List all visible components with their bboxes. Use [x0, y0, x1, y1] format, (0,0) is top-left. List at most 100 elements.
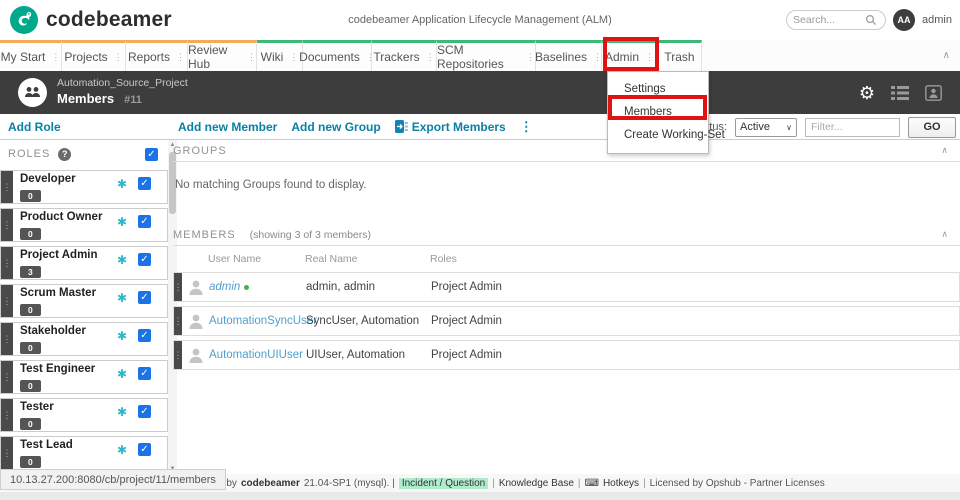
help-icon[interactable]: ?	[58, 148, 71, 161]
drag-handle-icon[interactable]: ⋮	[174, 307, 182, 335]
collapse-members-icon[interactable]: ∧	[941, 229, 948, 240]
filter-input[interactable]	[805, 118, 900, 137]
role-checkbox[interactable]: ✓	[138, 291, 151, 304]
role-count-badge: 0	[20, 190, 41, 202]
member-roles: Project Admin	[431, 281, 959, 293]
column-roles: Roles	[430, 253, 960, 265]
export-members-link[interactable]: Export Members	[395, 120, 506, 134]
permissions-icon[interactable]: ✱	[117, 215, 127, 229]
drag-handle-icon[interactable]: ⋮	[174, 341, 182, 369]
search-icon[interactable]	[865, 14, 877, 26]
permissions-icon[interactable]: ✱	[117, 253, 127, 267]
project-avatar[interactable]	[18, 78, 47, 107]
tab-menu-icon[interactable]: ⋮	[176, 52, 185, 63]
role-count-badge: 0	[20, 228, 41, 240]
tab-menu-icon[interactable]: ⋮	[114, 52, 123, 63]
permissions-icon[interactable]: ✱	[117, 329, 127, 343]
tab-trash[interactable]: Trash	[658, 40, 702, 71]
tab-trackers[interactable]: Trackers⋮	[372, 40, 437, 71]
role-status-select[interactable]: Active ∨	[735, 118, 797, 137]
tab-menu-icon[interactable]: ⋮	[593, 52, 602, 63]
add-new-group-link[interactable]: Add new Group	[291, 120, 380, 134]
search-input[interactable]	[793, 14, 865, 26]
tab-wiki[interactable]: Wiki⋮	[257, 40, 303, 71]
user-avatar[interactable]: AA	[893, 9, 915, 31]
tab-menu-icon[interactable]: ⋮	[247, 52, 256, 63]
brand-text: codebeamer	[46, 8, 172, 32]
collapse-groups-icon[interactable]: ∧	[941, 145, 948, 156]
members-table-header: User Name Real Name Roles	[173, 246, 960, 272]
members-main-panel: GROUPS ∧ No matching Groups found to dis…	[168, 140, 960, 474]
tabbar-collapse-icon[interactable]: ∧	[943, 50, 950, 61]
tab-menu-icon[interactable]: ⋮	[526, 52, 535, 63]
tab-admin[interactable]: Admin⋮	[602, 40, 658, 71]
role-checkbox[interactable]: ✓	[138, 329, 151, 342]
member-real-name: admin, admin	[306, 281, 431, 293]
role-item-stakeholder: ⋮ Stakeholder0 ✱ ✓	[0, 322, 168, 356]
role-checkbox[interactable]: ✓	[138, 443, 151, 456]
tab-menu-icon[interactable]: ⋮	[51, 52, 60, 63]
tab-menu-icon[interactable]: ⋮	[645, 52, 654, 63]
tab-documents[interactable]: Documents⋮	[303, 40, 372, 71]
actions-toolbar: Add Role Add new Member Add new Group Ex…	[0, 114, 960, 140]
role-count-badge: 0	[20, 456, 41, 468]
member-username-link[interactable]: admin	[209, 281, 306, 293]
member-real-name: SyncUser, Automation	[306, 315, 431, 327]
menu-item-settings[interactable]: Settings	[608, 78, 708, 101]
tab-projects[interactable]: Projects⋮	[62, 40, 126, 71]
tab-reports[interactable]: Reports⋮	[126, 40, 188, 71]
permissions-icon[interactable]: ✱	[117, 177, 127, 191]
tab-baselines[interactable]: Baselines⋮	[536, 40, 602, 71]
menu-item-create-working-set[interactable]: Create Working-Set	[608, 124, 708, 147]
list-view-icon[interactable]	[891, 86, 909, 100]
drag-handle-icon[interactable]: ⋮	[1, 247, 13, 279]
role-checkbox[interactable]: ✓	[138, 405, 151, 418]
more-actions-icon[interactable]: ⋮	[520, 119, 533, 135]
bottom-strip	[0, 492, 960, 500]
drag-handle-icon[interactable]: ⋮	[1, 437, 13, 469]
gear-icon[interactable]: ⚙	[859, 84, 875, 102]
keyboard-icon: ⌨	[585, 478, 599, 489]
members-title: MEMBERS	[173, 229, 236, 241]
hotkeys-link[interactable]: Hotkeys	[603, 478, 639, 489]
user-name[interactable]: admin	[922, 14, 952, 26]
global-search[interactable]	[786, 10, 886, 30]
drag-handle-icon[interactable]: ⋮	[1, 285, 13, 317]
roles-select-all-checkbox[interactable]: ✓	[145, 148, 158, 161]
licensed-by-text: Licensed by Opshub - Partner Licenses	[650, 478, 825, 489]
member-username-link[interactable]: AutomationSyncUser	[209, 315, 306, 327]
role-checkbox[interactable]: ✓	[138, 367, 151, 380]
member-username-link[interactable]: AutomationUIUser	[209, 349, 306, 361]
portrait-icon[interactable]	[925, 85, 942, 101]
roles-sidebar: ROLES ? ✓ ⋮ Developer0 ✱ ✓ ⋮ Product Own…	[0, 140, 168, 474]
role-checkbox[interactable]: ✓	[138, 215, 151, 228]
tab-scm-repositories[interactable]: SCM Repositories⋮	[437, 40, 536, 71]
project-name[interactable]: Automation_Source_Project	[57, 77, 188, 89]
chevron-down-icon: ∨	[786, 123, 792, 132]
drag-handle-icon[interactable]: ⋮	[1, 209, 13, 241]
permissions-icon[interactable]: ✱	[117, 405, 127, 419]
add-role-link[interactable]: Add Role	[8, 120, 61, 134]
knowledge-base-link[interactable]: Knowledge Base	[499, 478, 574, 489]
logo[interactable]: codebeamer	[0, 6, 172, 34]
permissions-icon[interactable]: ✱	[117, 291, 127, 305]
menu-item-members[interactable]: Members	[608, 101, 708, 124]
role-checkbox[interactable]: ✓	[138, 253, 151, 266]
incident-question-link[interactable]: Incident / Question	[399, 478, 488, 489]
roles-section-title: ROLES	[8, 148, 50, 160]
go-button[interactable]: GO	[908, 117, 956, 138]
drag-handle-icon[interactable]: ⋮	[174, 273, 182, 301]
drag-handle-icon[interactable]: ⋮	[1, 171, 13, 203]
tab-menu-icon[interactable]: ⋮	[426, 52, 435, 63]
member-avatar-icon	[187, 346, 205, 364]
drag-handle-icon[interactable]: ⋮	[1, 323, 13, 355]
tab-review-hub[interactable]: Review Hub⋮	[188, 40, 257, 71]
tab-menu-icon[interactable]: ⋮	[289, 52, 298, 63]
role-checkbox[interactable]: ✓	[138, 177, 151, 190]
tab-my-start[interactable]: My Start⋮	[0, 40, 62, 71]
add-new-member-link[interactable]: Add new Member	[178, 120, 277, 134]
drag-handle-icon[interactable]: ⋮	[1, 361, 13, 393]
drag-handle-icon[interactable]: ⋮	[1, 399, 13, 431]
permissions-icon[interactable]: ✱	[117, 367, 127, 381]
permissions-icon[interactable]: ✱	[117, 443, 127, 457]
